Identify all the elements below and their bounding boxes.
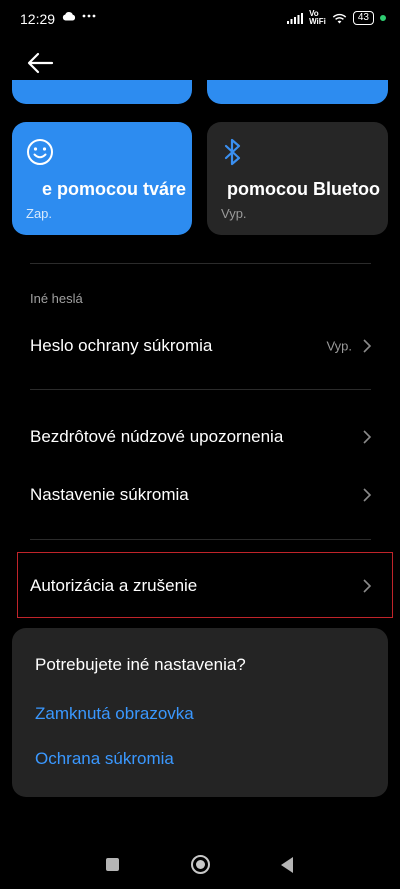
chevron-right-icon [363, 579, 372, 593]
battery-icon: 43 [352, 11, 374, 25]
privacy-settings-label: Nastavenie súkromia [30, 485, 189, 504]
face-unlock-title: e pomocou tváre [42, 179, 187, 199]
chevron-right-icon [363, 339, 372, 353]
status-left-icons [62, 11, 96, 21]
privacy-settings-row[interactable]: Nastavenie súkromia [12, 467, 390, 523]
cloud-icon [62, 11, 76, 21]
bluetooth-unlock-title: pomocou Bluetoo [227, 179, 380, 199]
privacy-password-row[interactable]: Heslo ochrany súkromia Vyp. [12, 318, 390, 374]
face-unlock-status: Zap. [26, 206, 53, 221]
chevron-right-icon [363, 430, 372, 444]
volte-wifi-icon: Vo WiFi [309, 10, 326, 26]
home-icon[interactable] [191, 855, 210, 874]
back-icon[interactable] [281, 857, 293, 873]
wifi-icon [332, 13, 347, 23]
divider [30, 539, 371, 540]
recents-icon[interactable] [106, 858, 119, 871]
status-time: 12:29 [20, 11, 56, 27]
section-label-other-passwords: Iné heslá [30, 291, 83, 306]
suggestions-title: Potrebujete iné nastavenia? [35, 655, 246, 674]
scrolled-card-left[interactable] [12, 80, 192, 104]
chevron-right-icon [363, 488, 372, 502]
status-right-icons: Vo WiFi 43 [287, 10, 386, 26]
privacy-protection-link[interactable]: Ochrana súkromia [35, 749, 174, 769]
scrolled-card-right[interactable] [207, 80, 388, 104]
privacy-indicator-dot [380, 15, 386, 21]
suggestions-card: Potrebujete iné nastavenia? Zamknutá obr… [12, 628, 388, 797]
more-dots-icon [82, 14, 96, 18]
wireless-alerts-row[interactable]: Bezdrôtové núdzové upozornenia [12, 409, 390, 465]
back-button[interactable] [26, 50, 58, 76]
bluetooth-icon [224, 138, 241, 166]
bluetooth-unlock-card[interactable]: pomocou Bluetoo Vyp. [207, 122, 388, 235]
smiley-face-icon [27, 139, 53, 165]
volte-bottom-text: WiFi [309, 17, 326, 26]
lock-screen-link[interactable]: Zamknutá obrazovka [35, 704, 194, 724]
wireless-alerts-label: Bezdrôtové núdzové upozornenia [30, 427, 284, 446]
status-bar: 12:29 Vo WiFi 43 [0, 0, 400, 40]
bluetooth-unlock-status: Vyp. [221, 206, 247, 221]
face-unlock-card[interactable]: e pomocou tváre Zap. [12, 122, 192, 235]
signal-icon [287, 12, 304, 24]
authorization-row[interactable]: Autorizácia a zrušenie [12, 558, 390, 614]
privacy-password-value: Vyp. [326, 338, 352, 354]
authorization-label: Autorizácia a zrušenie [30, 576, 198, 595]
privacy-password-label: Heslo ochrany súkromia [30, 336, 213, 355]
back-arrow-icon [27, 52, 54, 74]
divider [30, 263, 371, 264]
divider [30, 389, 371, 390]
navigation-bar [0, 840, 400, 889]
